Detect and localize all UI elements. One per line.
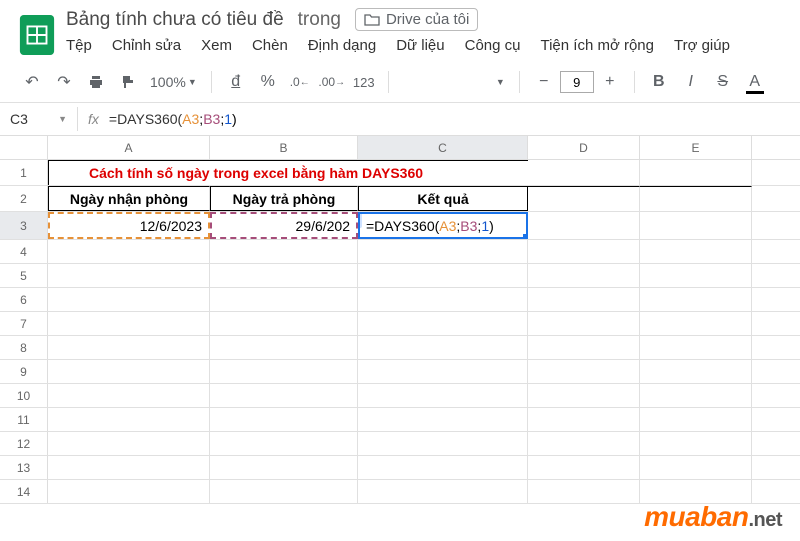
font-size-input[interactable]: [560, 71, 594, 93]
cell-d3[interactable]: [528, 212, 640, 239]
row-header-2[interactable]: 2: [0, 186, 48, 211]
row-header-12[interactable]: 12: [0, 432, 48, 455]
italic-button[interactable]: I: [677, 68, 705, 96]
cell-e3[interactable]: [640, 212, 752, 239]
row-header-10[interactable]: 10: [0, 384, 48, 407]
col-header-c[interactable]: C: [358, 136, 528, 159]
cell-a1[interactable]: Cách tính số ngày trong excel bằng hàm D…: [48, 160, 528, 185]
col-header-b[interactable]: B: [210, 136, 358, 159]
cell-a3[interactable]: 12/6/2023: [48, 212, 210, 239]
currency-button[interactable]: đ: [222, 68, 250, 96]
strikethrough-button[interactable]: S: [709, 68, 737, 96]
formula-hint-badge[interactable]: ?: [358, 212, 362, 228]
font-size-decrease[interactable]: −: [530, 68, 558, 96]
row-header-13[interactable]: 13: [0, 456, 48, 479]
menu-edit[interactable]: Chỉnh sửa: [112, 37, 181, 54]
zoom-select[interactable]: 100% ▼: [146, 74, 201, 90]
cell-b3[interactable]: 29/6/202: [210, 212, 358, 239]
col-header-a[interactable]: A: [48, 136, 210, 159]
col-header-d[interactable]: D: [528, 136, 640, 159]
row-header-5[interactable]: 5: [0, 264, 48, 287]
select-all-corner[interactable]: [0, 136, 48, 159]
number-format-button[interactable]: 123: [350, 68, 378, 96]
spreadsheet-grid[interactable]: A B C D E 1 Cách tính số ngày trong exce…: [0, 136, 800, 504]
decrease-decimal-button[interactable]: .0←: [286, 68, 314, 96]
folder-icon: [364, 13, 380, 27]
font-size-increase[interactable]: +: [596, 68, 624, 96]
cell-c3-active[interactable]: ? =DAYS360(A3;B3;1): [358, 212, 528, 239]
toolbar: ↶ ↷ 100% ▼ đ % .0← .00→ 123 ▼ − + B I S …: [0, 62, 800, 103]
watermark: muaban.net: [644, 501, 782, 533]
font-select[interactable]: ▼: [399, 77, 509, 87]
row-header-7[interactable]: 7: [0, 312, 48, 335]
row-header-14[interactable]: 14: [0, 480, 48, 503]
cell-a4[interactable]: [48, 240, 210, 263]
sheets-logo-icon[interactable]: [18, 9, 56, 61]
formula-bar[interactable]: =DAYS360(A3;B3;1): [109, 109, 237, 130]
row-header-3[interactable]: 3: [0, 212, 48, 239]
row-header-8[interactable]: 8: [0, 336, 48, 359]
row-header-11[interactable]: 11: [0, 408, 48, 431]
paint-format-button[interactable]: [114, 68, 142, 96]
in-label: trong: [298, 9, 341, 31]
menu-insert[interactable]: Chèn: [252, 37, 288, 54]
row-header-4[interactable]: 4: [0, 240, 48, 263]
undo-button[interactable]: ↶: [18, 68, 46, 96]
cell-d2[interactable]: [528, 186, 640, 211]
menu-extensions[interactable]: Tiện ích mở rộng: [540, 37, 654, 54]
menu-data[interactable]: Dữ liệu: [396, 37, 444, 54]
cell-b2[interactable]: Ngày trả phòng: [210, 186, 358, 211]
increase-decimal-button[interactable]: .00→: [318, 68, 346, 96]
cell-e2[interactable]: [640, 186, 752, 211]
font-size-control: − +: [530, 68, 624, 96]
menu-file[interactable]: Tệp: [66, 37, 92, 54]
cell-c2[interactable]: Kết quả: [358, 186, 528, 211]
row-header-1[interactable]: 1: [0, 160, 48, 185]
cell-d1[interactable]: [528, 160, 640, 185]
text-color-button[interactable]: A: [741, 68, 769, 96]
name-box[interactable]: C3▼: [0, 107, 78, 131]
row-header-6[interactable]: 6: [0, 288, 48, 311]
row-header-9[interactable]: 9: [0, 360, 48, 383]
col-header-e[interactable]: E: [640, 136, 752, 159]
print-button[interactable]: [82, 68, 110, 96]
bold-button[interactable]: B: [645, 68, 673, 96]
menu-format[interactable]: Định dạng: [308, 37, 376, 54]
redo-button[interactable]: ↷: [50, 68, 78, 96]
menu-tools[interactable]: Công cụ: [465, 37, 521, 54]
percent-button[interactable]: %: [254, 68, 282, 96]
doc-title[interactable]: Bảng tính chưa có tiêu đề: [66, 9, 284, 31]
drive-location[interactable]: Drive của tôi: [355, 8, 478, 31]
fx-icon: fx: [78, 111, 109, 127]
cell-e1[interactable]: [640, 160, 752, 185]
cell-a2[interactable]: Ngày nhận phòng: [48, 186, 210, 211]
menu-view[interactable]: Xem: [201, 37, 232, 54]
menu-bar: Tệp Chỉnh sửa Xem Chèn Định dạng Dữ liệu…: [66, 33, 730, 62]
menu-help[interactable]: Trợ giúp: [674, 37, 730, 54]
